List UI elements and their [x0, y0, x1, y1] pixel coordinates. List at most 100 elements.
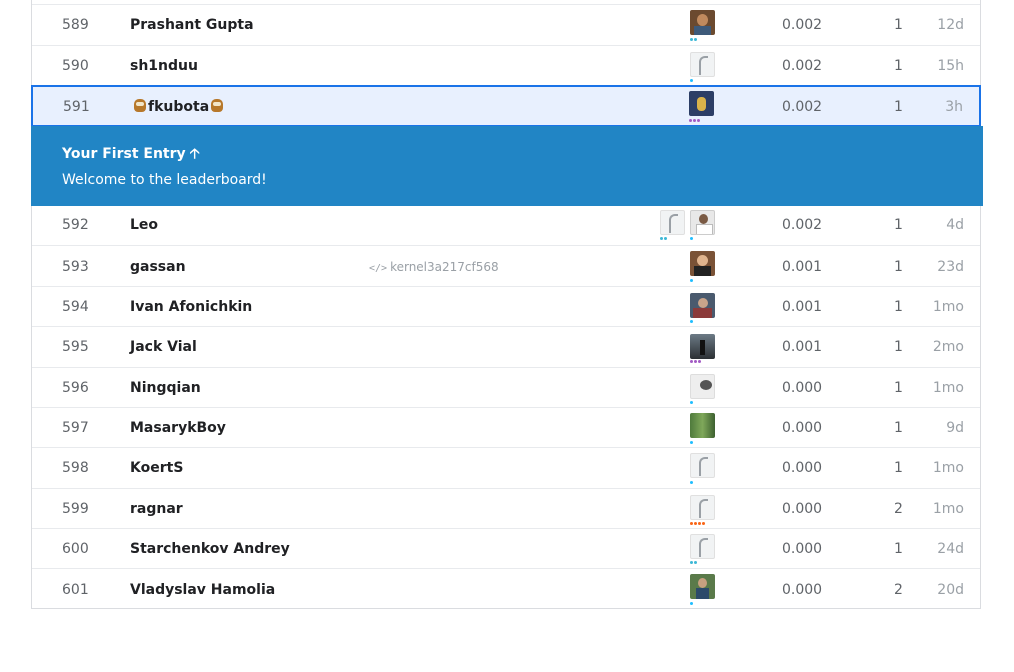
- avatar[interactable]: [690, 334, 715, 359]
- owl-icon: [134, 99, 146, 112]
- rank: 590: [62, 58, 89, 74]
- rank: 591: [63, 99, 90, 115]
- last-submission: 1mo: [932, 460, 964, 476]
- first-entry-banner: Your First Entry 🡡 Welcome to the leaderb…: [31, 126, 983, 206]
- team-name[interactable]: Leo: [130, 217, 158, 233]
- banner-title-text: Your First Entry: [62, 146, 186, 162]
- score: 0.002: [782, 58, 823, 74]
- last-submission: 9d: [946, 420, 964, 436]
- team-name[interactable]: Ningqian: [130, 380, 201, 396]
- last-submission: 3h: [945, 99, 963, 115]
- rank: 595: [62, 339, 89, 355]
- avatar[interactable]: [690, 495, 715, 520]
- tier-indicator: [690, 360, 701, 363]
- last-submission: 23d: [937, 259, 964, 275]
- entries-count: 1: [894, 420, 903, 436]
- avatar[interactable]: [690, 251, 715, 276]
- leaderboard-row-own[interactable]: 591 fkubota 0.002 1 3h: [31, 85, 981, 127]
- last-submission: 1mo: [932, 501, 964, 517]
- last-submission: 20d: [937, 582, 964, 598]
- kernel-link[interactable]: </> kernel3a217cf568: [369, 260, 499, 274]
- tier-indicator: [690, 561, 697, 564]
- avatar[interactable]: [690, 210, 715, 235]
- avatar[interactable]: [690, 10, 715, 35]
- team-name[interactable]: ragnar: [130, 501, 183, 517]
- avatar[interactable]: [690, 574, 715, 599]
- last-submission: 4d: [946, 217, 964, 233]
- score: 0.000: [782, 420, 823, 436]
- rank: 593: [62, 259, 89, 275]
- team-name[interactable]: Jack Vial: [130, 339, 197, 355]
- tier-indicator: [690, 602, 693, 605]
- leaderboard-row[interactable]: 601 Vladyslav Hamolia 0.000 2 20d: [32, 568, 980, 608]
- leaderboard-row[interactable]: 589 Prashant Gupta 0.002 1 12d: [32, 4, 980, 45]
- score: 0.000: [782, 501, 823, 517]
- entries-count: 2: [894, 501, 903, 517]
- entries-count: 1: [894, 541, 903, 557]
- kernel-name: kernel3a217cf568: [390, 260, 499, 274]
- leaderboard-row[interactable]: 592 Leo 0.002 1 4d: [32, 206, 980, 245]
- tier-indicator: [689, 119, 700, 122]
- team-name-label: fkubota: [148, 99, 210, 115]
- rank: 597: [62, 420, 89, 436]
- leaderboard-row[interactable]: 598 KoertS 0.000 1 1mo: [32, 447, 980, 488]
- score: 0.002: [782, 217, 823, 233]
- entries-count: 1: [894, 58, 903, 74]
- leaderboard-row[interactable]: 590 sh1nduu 0.002 1 15h: [32, 45, 980, 85]
- tier-indicator: [690, 522, 705, 525]
- last-submission: 1mo: [932, 299, 964, 315]
- score: 0.001: [782, 339, 823, 355]
- leaderboard-row[interactable]: 596 Ningqian 0.000 1 1mo: [32, 367, 980, 407]
- code-icon: </>: [369, 263, 388, 274]
- rank: 598: [62, 460, 89, 476]
- score: 0.000: [782, 541, 823, 557]
- score: 0.002: [782, 99, 823, 115]
- score: 0.000: [782, 380, 823, 396]
- avatar[interactable]: [690, 374, 715, 399]
- team-name[interactable]: fkubota: [132, 99, 225, 115]
- team-name[interactable]: Starchenkov Andrey: [130, 541, 290, 557]
- avatar[interactable]: [660, 210, 685, 235]
- score: 0.002: [782, 17, 823, 33]
- avatar[interactable]: [690, 453, 715, 478]
- tier-indicator: [690, 279, 693, 282]
- rank: 599: [62, 501, 89, 517]
- team-name[interactable]: sh1nduu: [130, 58, 198, 74]
- score: 0.001: [782, 299, 823, 315]
- leaderboard-row[interactable]: 600 Starchenkov Andrey 0.000 1 24d: [32, 528, 980, 568]
- team-name[interactable]: Prashant Gupta: [130, 17, 254, 33]
- banner-title: Your First Entry 🡡: [62, 143, 200, 167]
- entries-count: 1: [894, 217, 903, 233]
- team-name[interactable]: MasarykBoy: [130, 420, 226, 436]
- rank: 601: [62, 582, 89, 598]
- owl-icon: [211, 99, 224, 112]
- leaderboard-row[interactable]: 593 gassan </> kernel3a217cf568 0.001 1 2…: [32, 245, 980, 286]
- avatar[interactable]: [690, 293, 715, 318]
- leaderboard-row[interactable]: 599 ragnar 0.000 2 1mo: [32, 488, 980, 528]
- leaderboard-row[interactable]: 595 Jack Vial 0.001 1 2mo: [32, 326, 980, 367]
- tier-indicator: [690, 481, 693, 484]
- entries-count: 1: [894, 259, 903, 275]
- team-name[interactable]: Vladyslav Hamolia: [130, 582, 275, 598]
- banner-message: Welcome to the leaderboard!: [62, 172, 267, 188]
- team-name[interactable]: gassan: [130, 259, 186, 275]
- rank: 594: [62, 299, 89, 315]
- arrow-up-icon: 🡡: [189, 146, 200, 162]
- team-name[interactable]: Ivan Afonichkin: [130, 299, 252, 315]
- avatar[interactable]: [690, 52, 715, 77]
- leaderboard-row[interactable]: 594 Ivan Afonichkin 0.001 1 1mo: [32, 286, 980, 326]
- rank: 592: [62, 217, 89, 233]
- avatar[interactable]: [690, 413, 715, 438]
- score: 0.001: [782, 259, 823, 275]
- tier-indicator: [690, 401, 693, 404]
- last-submission: 2mo: [932, 339, 964, 355]
- last-submission: 15h: [937, 58, 964, 74]
- avatar[interactable]: [689, 91, 714, 116]
- rank: 589: [62, 17, 89, 33]
- leaderboard-row[interactable]: 597 MasarykBoy 0.000 1 9d: [32, 407, 980, 447]
- entries-count: 1: [894, 299, 903, 315]
- team-name[interactable]: KoertS: [130, 460, 183, 476]
- tier-indicator: [660, 237, 667, 240]
- tier-indicator: [690, 441, 693, 444]
- avatar[interactable]: [690, 534, 715, 559]
